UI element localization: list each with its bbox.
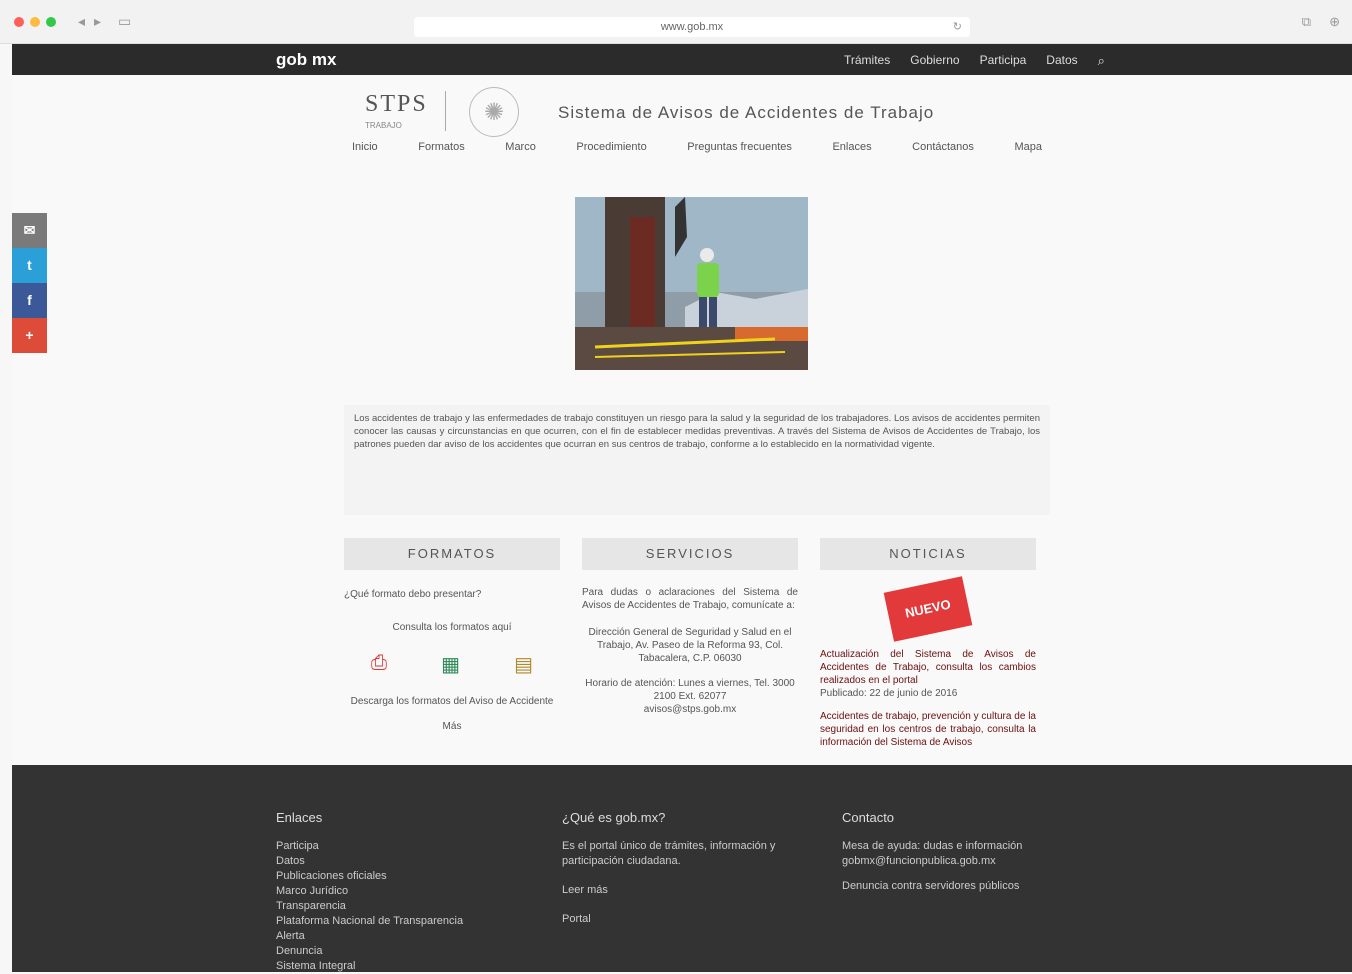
mail-icon: ✉ [23,222,36,238]
site-title: Sistema de Avisos de Accidentes de Traba… [558,103,935,122]
topnav-link-gobierno[interactable]: Gobierno [910,53,959,69]
nav-item-formatos[interactable]: Formatos [418,141,464,153]
news-item-1-date: Publicado: 22 de junio de 2016 [820,688,958,699]
footer-link[interactable]: Marco Jurídico [276,884,476,899]
format-icons: ⎙ ▦ ▤ [344,652,560,677]
excel-icon[interactable]: ▦ [441,652,460,677]
nav-item-mapa[interactable]: Mapa [1014,141,1042,153]
social-share-bar: ✉ t f + [12,213,47,353]
footer-link[interactable]: Datos [276,854,476,869]
servicios-heading: SERVICIOS [582,538,798,570]
facebook-share-icon[interactable]: f [12,283,47,318]
nav-item-preguntas[interactable]: Preguntas frecuentes [687,141,792,153]
footer-link[interactable]: Alerta [276,929,476,944]
address-bar[interactable]: www.gob.mx ↻ [414,17,970,37]
window-controls[interactable] [14,17,56,27]
twitter-share-icon[interactable]: t [12,248,47,283]
servicios-email-link[interactable]: avisos@stps.gob.mx [582,703,798,716]
servicios-intro: Para dudas o aclaraciones del Sistema de… [582,587,798,611]
new-tab-icon[interactable]: ⊕ [1329,14,1340,30]
formatos-more-link[interactable]: Más [344,720,560,733]
footer-link[interactable]: Plataforma Nacional de Transparencia [276,914,476,929]
sidebar-toggle-icon[interactable]: ▭ [118,13,131,30]
topnav-link-participa[interactable]: Participa [980,53,1027,69]
footer-link[interactable]: Publicaciones oficiales [276,869,476,884]
footer-link[interactable]: Participa [276,839,476,854]
footer-que-es-text: Es el portal único de trámites, informac… [562,840,776,867]
footer-contacto-email[interactable]: gobmx@funcionpublica.gob.mx [842,854,1042,869]
footer-enlaces: Enlaces Participa Datos Publicaciones of… [276,810,476,974]
logo-divider [445,91,446,131]
footer-enlaces-heading: Enlaces [276,810,323,825]
close-window-icon[interactable] [14,17,24,27]
google-plus-icon: + [25,327,34,343]
formatos-column: FORMATOS ¿Qué formato debo presentar? Co… [344,538,560,733]
site-footer: Enlaces Participa Datos Publicaciones of… [12,765,1352,972]
servicios-phone: Horario de atención: Lunes a viernes, Te… [585,678,795,702]
national-seal-icon: ✺ [469,87,519,137]
footer-que-es-heading: ¿Qué es gob.mx? [562,810,666,825]
main-navigation: Inicio Formatos Marco Procedimiento Preg… [352,141,1042,153]
browser-chrome: ◂ ▸ ▭ www.gob.mx ↻ ⧉ ⊕ [0,0,1352,44]
footer-contacto: Contacto Mesa de ayuda: dudas e informac… [842,810,1042,894]
document-icon[interactable]: ▤ [514,652,533,677]
footer-denuncia-link[interactable]: Denuncia contra servidores públicos [842,879,1042,894]
nav-item-contacto[interactable]: Contáctanos [912,141,974,153]
description-text: Los accidentes de trabajo y las enfermed… [354,413,1040,450]
formatos-consult-link[interactable]: Consulta los formatos aquí [344,621,560,634]
minimize-window-icon[interactable] [30,17,40,27]
mail-share-icon[interactable]: ✉ [12,213,47,248]
news-item-1-link[interactable]: Actualización del Sistema de Avisos de A… [820,648,1036,687]
formatos-question-link[interactable]: ¿Qué formato debo presentar? [344,588,560,601]
nav-item-marco[interactable]: Marco [505,141,536,153]
topnav-link-datos[interactable]: Datos [1046,53,1077,69]
tabs-overview-icon[interactable]: ⧉ [1302,14,1311,30]
footer-contacto-heading: Contacto [842,810,895,825]
footer-read-more-link[interactable]: Leer más [562,883,832,898]
footer-contacto-text: Mesa de ayuda: dudas e información [842,840,1023,852]
maximize-window-icon[interactable] [46,17,56,27]
gobmx-logo[interactable]: gob mx [276,50,336,70]
servicios-address: Dirección General de Seguridad y Salud e… [588,627,792,664]
noticias-column: NOTICIAS NUEVO Actualización del Sistema… [820,538,1036,749]
pdf-icon[interactable]: ⎙ [371,652,387,677]
reload-icon[interactable]: ↻ [953,17,962,37]
footer-link[interactable]: Denuncia [276,944,476,959]
noticias-heading: NOTICIAS [820,538,1036,570]
facebook-icon: f [27,292,32,308]
url-text: www.gob.mx [660,21,724,33]
nav-item-enlaces[interactable]: Enlaces [832,141,871,153]
topnav-link-tramites[interactable]: Trámites [844,53,890,69]
news-item-2-link[interactable]: Accidentes de trabajo, prevención y cult… [820,710,1036,749]
nav-item-inicio[interactable]: Inicio [352,141,378,153]
footer-link[interactable]: Transparencia [276,899,476,914]
hero-image [575,197,808,370]
servicios-column: SERVICIOS Para dudas o aclaraciones del … [582,538,798,716]
formatos-heading: FORMATOS [344,538,560,570]
forward-icon[interactable]: ▸ [94,13,101,30]
google-plus-share-icon[interactable]: + [12,318,47,353]
search-icon[interactable]: ⌕ [1098,53,1105,69]
twitter-icon: t [27,257,32,273]
gobmx-topbar: gob mx Trámites Gobierno Participa Datos… [12,44,1352,75]
stps-logo-subtext: TRABAJO [365,121,402,130]
top-navigation: Trámites Gobierno Participa Datos ⌕ [844,53,1105,69]
main-page: STPS TRABAJO ✺ Sistema de Avisos de Acci… [12,75,1352,765]
agency-logo[interactable]: STPS TRABAJO ✺ [357,83,519,137]
footer-que-es: ¿Qué es gob.mx? Es el portal único de tr… [562,810,832,927]
back-icon[interactable]: ◂ [78,13,85,30]
stps-logo-text: STPS [365,91,428,117]
nav-item-procedimiento[interactable]: Procedimiento [576,141,646,153]
formatos-download-link[interactable]: Descarga los formatos del Aviso de Accid… [344,695,560,708]
footer-portal-link[interactable]: Portal [562,912,832,927]
new-badge-image[interactable]: NUEVO [883,576,973,642]
